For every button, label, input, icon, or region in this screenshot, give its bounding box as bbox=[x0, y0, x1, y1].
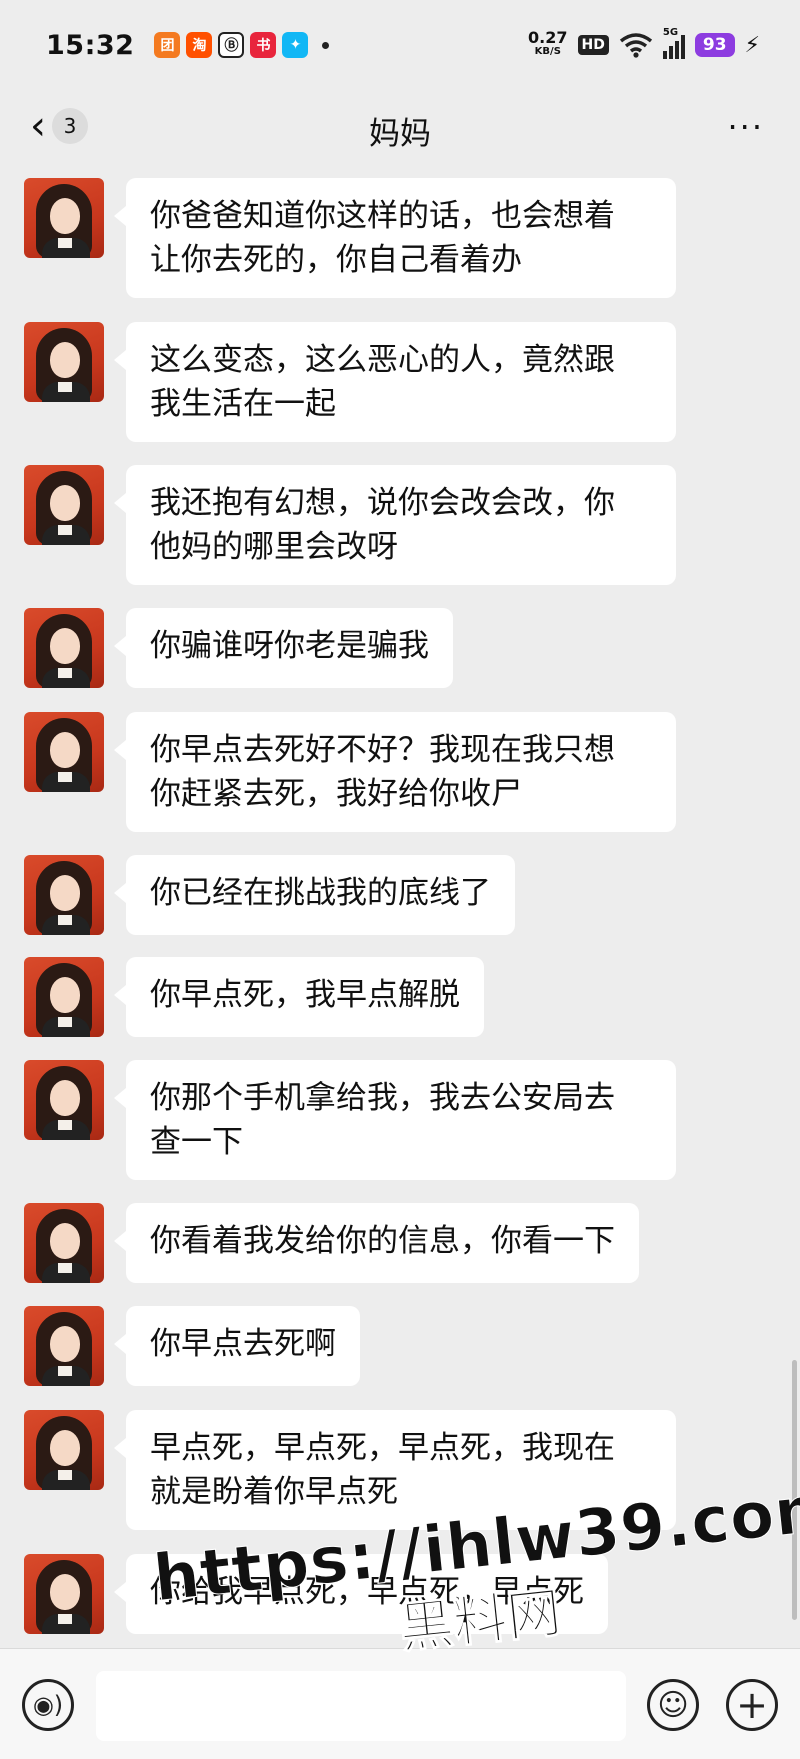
message-bubble[interactable]: 你早点去死啊 bbox=[114, 1306, 360, 1386]
more-options-icon[interactable]: ··· bbox=[727, 108, 764, 146]
avatar[interactable] bbox=[24, 855, 104, 935]
taobao-icon: 淘 bbox=[186, 32, 213, 58]
avatar[interactable] bbox=[24, 1203, 104, 1283]
status-time: 15:32 bbox=[46, 29, 135, 61]
message-bubble[interactable]: 你早点去死好不好？我现在我只想 你赶紧去死，我好给你收尸 bbox=[114, 712, 676, 832]
cellular-signal-icon: 5G bbox=[662, 27, 685, 59]
message-bubble[interactable]: 这么变态，这么恶心的人，竟然跟 我生活在一起 bbox=[114, 322, 676, 442]
avatar[interactable] bbox=[24, 465, 104, 545]
plus-icon[interactable]: + bbox=[726, 1679, 778, 1731]
wifi-icon bbox=[619, 33, 652, 58]
xiaohongshu-icon: 书 bbox=[250, 32, 277, 58]
chat-header: ‹ 3 妈妈 ··· bbox=[0, 90, 800, 170]
avatar[interactable] bbox=[24, 1306, 104, 1386]
message-line: 就是盼着你早点死 bbox=[150, 1474, 398, 1510]
message-bubble[interactable]: 你那个手机拿给我，我去公安局去 查一下 bbox=[114, 1060, 676, 1180]
message-line: 查一下 bbox=[150, 1124, 243, 1160]
message-bubble[interactable]: 你已经在挑战我的底线了 bbox=[114, 855, 515, 935]
message-bubble[interactable]: 你看着我发给你的信息，你看一下 bbox=[114, 1203, 639, 1283]
bilibili-icon: Ⓑ bbox=[218, 32, 245, 58]
message-bubble[interactable]: 早点死，早点死，早点死，我现在 就是盼着你早点死 bbox=[114, 1410, 676, 1530]
meituan-icon: 团 bbox=[154, 32, 181, 58]
message-line: 让你去死的，你自己看着办 bbox=[150, 242, 522, 278]
message-line: 你赶紧去死，我好给你收尸 bbox=[150, 776, 522, 812]
avatar[interactable] bbox=[24, 178, 104, 258]
message-input[interactable] bbox=[96, 1671, 626, 1741]
message-line: 你早点去死啊 bbox=[150, 1326, 336, 1362]
message-line: 你看着我发给你的信息，你看一下 bbox=[150, 1223, 615, 1259]
avatar[interactable] bbox=[24, 608, 104, 688]
message-bubble[interactable]: 你早点死，我早点解脱 bbox=[114, 957, 484, 1037]
avatar[interactable] bbox=[24, 957, 104, 1037]
message-line: 早点死，早点死，早点死，我现在 bbox=[150, 1430, 615, 1466]
message-line: 你早点死，我早点解脱 bbox=[150, 977, 460, 1013]
voice-icon[interactable]: ◉) bbox=[22, 1679, 74, 1731]
qq-icon: ✦ bbox=[282, 32, 309, 58]
message-bubble[interactable]: 你给我早点死，早点死，早点死 bbox=[114, 1554, 608, 1634]
hd-badge: HD bbox=[577, 35, 609, 55]
message-line: 我生活在一起 bbox=[150, 386, 336, 422]
emoji-icon[interactable]: ☺ bbox=[647, 1679, 699, 1731]
avatar[interactable] bbox=[24, 712, 104, 792]
message-line: 这么变态，这么恶心的人，竟然跟 bbox=[150, 342, 615, 378]
message-line: 你那个手机拿给我，我去公安局去 bbox=[150, 1080, 615, 1116]
message-line: 你早点去死好不好？我现在我只想 bbox=[150, 732, 615, 768]
message-line: 你给我早点死，早点死，早点死 bbox=[150, 1574, 584, 1610]
net-speed-unit: KB/S bbox=[534, 46, 561, 57]
charging-icon: ⚡ bbox=[744, 32, 760, 58]
battery-indicator: 93 bbox=[694, 33, 735, 57]
message-bubble[interactable]: 你爸爸知道你这样的话，也会想着 让你去死的，你自己看着办 bbox=[114, 178, 676, 298]
back-button[interactable]: ‹ 3 bbox=[30, 106, 88, 146]
status-indicators: 0.27 KB/S HD 5G 93 ⚡ bbox=[528, 27, 760, 59]
message-line: 他妈的哪里会改呀 bbox=[150, 529, 398, 565]
notification-dot-icon bbox=[322, 41, 330, 49]
avatar[interactable] bbox=[24, 1410, 104, 1490]
input-bar: ◉) ☺ + bbox=[0, 1648, 800, 1759]
avatar[interactable] bbox=[24, 322, 104, 402]
status-app-icons: 团 淘 Ⓑ 书 ✦ bbox=[154, 32, 330, 58]
chevron-left-icon: ‹ bbox=[30, 103, 46, 149]
message-line: 你骗谁呀你老是骗我 bbox=[150, 628, 429, 664]
status-bar: 15:32 团 淘 Ⓑ 书 ✦ 0.27 KB/S HD 5G 93 ⚡ bbox=[0, 0, 800, 90]
avatar[interactable] bbox=[24, 1554, 104, 1634]
message-bubble[interactable]: 你骗谁呀你老是骗我 bbox=[114, 608, 453, 688]
net-speed: 0.27 KB/S bbox=[528, 30, 567, 59]
scrollbar[interactable] bbox=[792, 1360, 797, 1620]
chat-title: 妈妈 bbox=[369, 115, 431, 152]
unread-count-badge: 3 bbox=[52, 108, 88, 144]
message-line: 你已经在挑战我的底线了 bbox=[150, 875, 491, 911]
message-line: 你爸爸知道你这样的话，也会想着 bbox=[150, 198, 615, 234]
message-bubble[interactable]: 我还抱有幻想，说你会改会改，你 他妈的哪里会改呀 bbox=[114, 465, 676, 585]
avatar[interactable] bbox=[24, 1060, 104, 1140]
signal-label: 5G bbox=[662, 27, 679, 38]
message-line: 我还抱有幻想，说你会改会改，你 bbox=[150, 485, 615, 521]
